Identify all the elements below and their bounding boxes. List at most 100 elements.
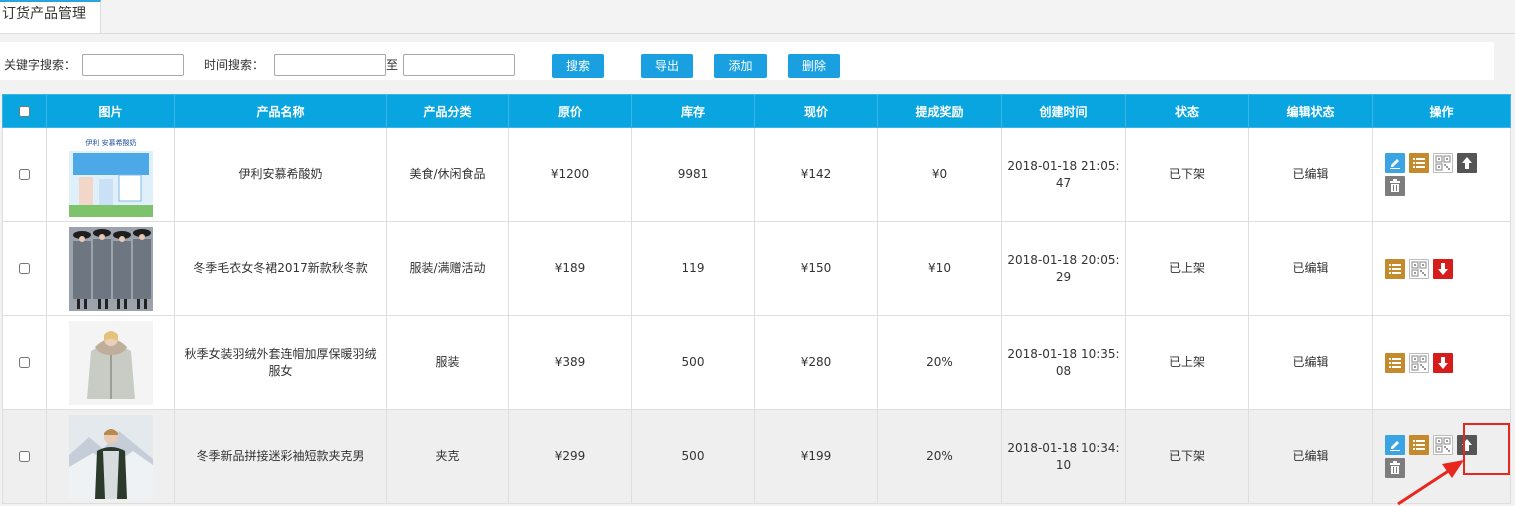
table-row: 冬季毛衣女冬裙2017新款秋冬款 服装/满赠活动 ¥189 119 ¥150 ¥… — [2, 221, 1511, 316]
commission: 20% — [877, 409, 1002, 504]
row-select-cell — [2, 221, 47, 316]
arrow-up-icon[interactable] — [1457, 153, 1477, 173]
qr-code-icon[interactable] — [1409, 258, 1429, 279]
row-checkbox[interactable] — [19, 451, 30, 462]
current-price: ¥142 — [754, 127, 878, 222]
keyword-search-input[interactable] — [82, 54, 184, 76]
product-thumbnail-jacket-men[interactable] — [68, 414, 153, 499]
tab-product-management[interactable]: 订货产品管理 — [0, 0, 101, 33]
header-stock: 库存 — [631, 94, 755, 128]
header-category: 产品分类 — [386, 94, 509, 128]
qr-code-icon[interactable] — [1409, 352, 1429, 373]
header-edit-status: 编辑状态 — [1248, 94, 1373, 128]
status: 已上架 — [1125, 315, 1249, 410]
trash-icon[interactable] — [1385, 176, 1405, 196]
product-category: 服装 — [386, 315, 509, 410]
search-button[interactable]: 搜索 — [552, 54, 604, 78]
keyword-search-label: 关键字搜索： — [4, 58, 77, 72]
qr-code-icon[interactable] — [1433, 153, 1453, 173]
arrow-down-icon[interactable] — [1433, 352, 1453, 373]
edit-status: 已编辑 — [1248, 315, 1373, 410]
original-price: ¥299 — [508, 409, 632, 504]
header-status: 状态 — [1125, 94, 1249, 128]
delete-button[interactable]: 删除 — [788, 54, 840, 78]
table-header-row: 图片 产品名称 产品分类 原价 库存 现价 提成奖励 创建时间 状态 编辑状态 … — [2, 94, 1511, 128]
product-name: 冬季新品拼接迷彩袖短款夹克男 — [174, 409, 387, 504]
edit-status: 已编辑 — [1248, 127, 1373, 222]
created-time: 2018-01-18 21:05:47 — [1001, 127, 1126, 222]
product-name: 秋季女装羽绒外套连帽加厚保暖羽绒服女 — [174, 315, 387, 410]
product-thumbnail-sweater-dress[interactable] — [68, 226, 153, 311]
header-created: 创建时间 — [1001, 94, 1126, 128]
table-row: 秋季女装羽绒外套连帽加厚保暖羽绒服女 服装 ¥389 500 ¥280 20% … — [2, 315, 1511, 410]
edit-status: 已编辑 — [1248, 409, 1373, 504]
row-select-cell — [2, 315, 47, 410]
table-row: 伊利 安慕希酸奶 伊利安慕希酸奶 美食/休闲食品 ¥1200 9981 ¥142… — [2, 127, 1511, 222]
edit-icon[interactable] — [1385, 153, 1405, 173]
product-image-cell — [46, 315, 175, 410]
actions-cell — [1372, 221, 1511, 316]
row-select-cell — [2, 409, 47, 504]
product-name: 冬季毛衣女冬裙2017新款秋冬款 — [174, 221, 387, 316]
export-button[interactable]: 导出 — [641, 54, 693, 78]
product-image-cell — [46, 221, 175, 316]
status: 已下架 — [1125, 409, 1249, 504]
status: 已上架 — [1125, 221, 1249, 316]
product-table: 图片 产品名称 产品分类 原价 库存 现价 提成奖励 创建时间 状态 编辑状态 … — [2, 94, 1511, 504]
edit-status: 已编辑 — [1248, 221, 1373, 316]
current-price: ¥199 — [754, 409, 878, 504]
commission: 20% — [877, 315, 1002, 410]
created-time: 2018-01-18 20:05:29 — [1001, 221, 1126, 316]
edit-icon[interactable] — [1385, 435, 1405, 455]
arrow-up-icon[interactable] — [1457, 435, 1477, 455]
row-checkbox[interactable] — [19, 357, 30, 368]
stock: 119 — [631, 221, 755, 316]
original-price: ¥389 — [508, 315, 632, 410]
actions-cell — [1372, 127, 1511, 222]
stock: 500 — [631, 409, 755, 504]
original-price: ¥1200 — [508, 127, 632, 222]
list-icon[interactable] — [1409, 435, 1429, 455]
trash-icon[interactable] — [1385, 458, 1405, 478]
product-category: 服装/满赠活动 — [386, 221, 509, 316]
created-time: 2018-01-18 10:35:08 — [1001, 315, 1126, 410]
header-name: 产品名称 — [174, 94, 387, 128]
time-search-label: 时间搜索： — [204, 58, 265, 72]
header-current-price: 现价 — [754, 94, 878, 128]
list-icon[interactable] — [1385, 258, 1405, 279]
list-icon[interactable] — [1385, 352, 1405, 373]
row-checkbox[interactable] — [19, 263, 30, 274]
status: 已下架 — [1125, 127, 1249, 222]
product-image-cell: 伊利 安慕希酸奶 — [46, 127, 175, 222]
product-name: 伊利安慕希酸奶 — [174, 127, 387, 222]
product-image-cell — [46, 409, 175, 504]
original-price: ¥189 — [508, 221, 632, 316]
created-time: 2018-01-18 10:34:10 — [1001, 409, 1126, 504]
add-button[interactable]: 添加 — [714, 54, 767, 78]
stock: 500 — [631, 315, 755, 410]
current-price: ¥150 — [754, 221, 878, 316]
actions-cell — [1372, 409, 1511, 504]
header-image: 图片 — [46, 94, 175, 128]
thumbnail-banner-text: 伊利 安慕希酸奶 — [85, 138, 136, 147]
time-to-input[interactable] — [403, 54, 515, 76]
select-all-checkbox[interactable] — [19, 106, 30, 117]
commission: ¥0 — [877, 127, 1002, 222]
tab-bar: 订货产品管理 — [0, 0, 1515, 34]
product-thumbnail-down-jacket[interactable] — [68, 320, 153, 405]
arrow-down-icon[interactable] — [1433, 258, 1453, 279]
header-commission: 提成奖励 — [877, 94, 1002, 128]
row-checkbox[interactable] — [19, 169, 30, 180]
list-icon[interactable] — [1409, 153, 1429, 173]
header-original-price: 原价 — [508, 94, 632, 128]
row-select-cell — [2, 127, 47, 222]
product-category: 美食/休闲食品 — [386, 127, 509, 222]
table-row: 冬季新品拼接迷彩袖短款夹克男 夹克 ¥299 500 ¥199 20% 2018… — [2, 409, 1511, 504]
qr-code-icon[interactable] — [1433, 435, 1453, 455]
product-thumbnail-yogurt[interactable]: 伊利 安慕希酸奶 — [68, 132, 153, 217]
time-from-input[interactable] — [274, 54, 386, 76]
current-price: ¥280 — [754, 315, 878, 410]
time-to-label: 至 — [386, 58, 399, 72]
product-category: 夹克 — [386, 409, 509, 504]
header-actions: 操作 — [1372, 94, 1511, 128]
